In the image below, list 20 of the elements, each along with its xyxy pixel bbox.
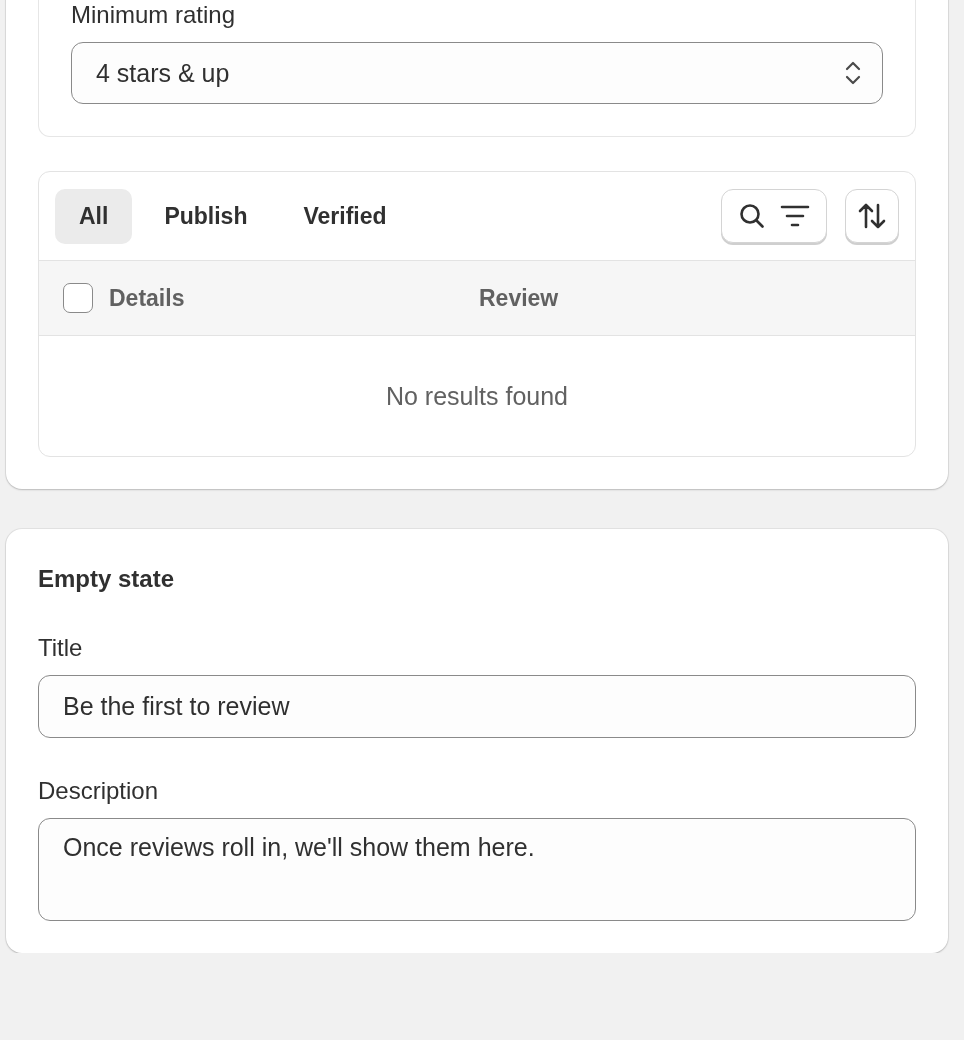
field-label: Title bbox=[38, 633, 84, 663]
sort-button[interactable] bbox=[845, 189, 899, 243]
description-field[interactable]: Once reviews roll in, we'll show them here. bbox=[38, 818, 916, 921]
title-field[interactable]: Be the first to review bbox=[38, 675, 916, 738]
section-heading: Empty state bbox=[38, 565, 176, 593]
filter-tab[interactable]: Publish bbox=[140, 188, 272, 244]
search-filter-button[interactable] bbox=[721, 189, 827, 243]
column-header: Details bbox=[109, 284, 186, 312]
sort-arrows-icon bbox=[858, 202, 886, 230]
search-icon bbox=[738, 202, 766, 230]
chevron-up-down-icon bbox=[844, 59, 862, 87]
column-header: Review bbox=[479, 284, 559, 312]
filter-icon bbox=[780, 205, 810, 227]
filter-tab[interactable]: Verified bbox=[279, 188, 411, 244]
select-all-checkbox[interactable] bbox=[63, 283, 93, 313]
empty-message: No results found bbox=[385, 381, 568, 411]
filter-tab[interactable]: All bbox=[55, 188, 133, 244]
field-label: Description bbox=[38, 776, 160, 806]
rating-select[interactable]: 4 stars & up bbox=[71, 42, 883, 104]
field-label: Minimum rating bbox=[71, 0, 237, 30]
